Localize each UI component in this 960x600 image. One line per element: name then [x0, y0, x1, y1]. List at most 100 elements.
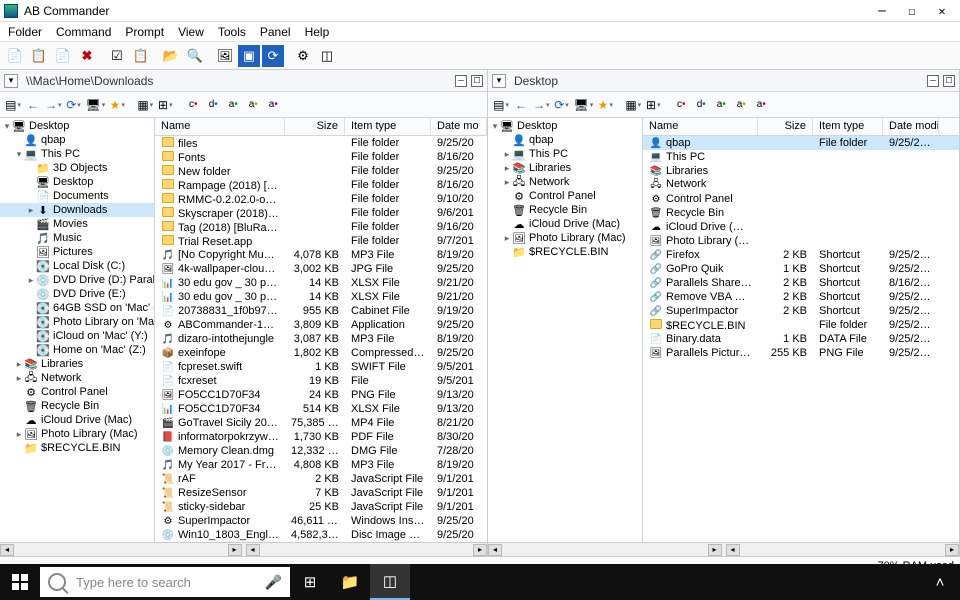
right-sort3-button[interactable]: a• — [712, 95, 730, 115]
abcommander-taskbar-icon[interactable]: ◫ — [370, 564, 410, 600]
list-row[interactable]: Trial Reset.appFile folder9/7/201 — [155, 234, 487, 248]
list-row[interactable]: ⚙ABCommander-18.8-s…3,809 KBApplication9… — [155, 318, 487, 332]
tray-chevron-icon[interactable]: ˄ — [920, 564, 960, 600]
layout-button[interactable]: ◫ — [316, 45, 338, 67]
list-row[interactable]: 📜rAF2 KBJavaScript File9/1/201 — [155, 472, 487, 486]
right-sort1-button[interactable]: c• — [672, 95, 690, 115]
list-row[interactable]: 📜sticky-sidebar25 KBJavaScript File9/1/2… — [155, 500, 487, 514]
list-row[interactable]: 📄20738831_1f0b97950800…955 KBCabinet Fil… — [155, 304, 487, 318]
list-row[interactable]: FontsFile folder8/16/20 — [155, 150, 487, 164]
scroll-right-icon[interactable]: ▸ — [708, 544, 722, 556]
chevron-icon[interactable]: ▾ — [14, 149, 24, 160]
tree-item[interactable]: ☁iCloud Drive (Mac) — [488, 217, 642, 231]
col-size[interactable]: Size — [758, 118, 813, 135]
image-button[interactable]: 🖼 — [214, 45, 236, 67]
tree-item[interactable]: 💿DVD Drive (E:) — [0, 287, 154, 301]
list-row[interactable]: ⚙SuperImpactor46,611 KBWindows Installer… — [155, 514, 487, 528]
tree-item[interactable]: 👤qbap — [0, 133, 154, 147]
close-button[interactable]: ✕ — [936, 5, 948, 17]
chevron-icon[interactable]: ▸ — [14, 359, 24, 370]
chevron-icon[interactable]: ▸ — [502, 233, 512, 244]
list-row[interactable]: 💿Win10_1803_English_x644,582,388 KBDisc … — [155, 528, 487, 542]
menu-view[interactable]: View — [178, 25, 204, 39]
chevron-icon[interactable]: ▸ — [502, 149, 512, 160]
left-menu-button[interactable]: ▤ — [4, 95, 22, 115]
list-row[interactable]: 📕informatorpokrzywdzo…1,730 KBPDF File8/… — [155, 430, 487, 444]
tree-item[interactable]: 🎬Movies — [0, 217, 154, 231]
list-row[interactable]: 📊FO5CC1D70F34514 KBXLSX File9/13/20 — [155, 402, 487, 416]
list-row[interactable]: 📦exeinfope1,802 KBCompressed (zipp…9/25/… — [155, 346, 487, 360]
tree-item[interactable]: 📁$RECYCLE.BIN — [488, 245, 642, 259]
tree-item[interactable]: ▾🖥Desktop — [0, 119, 154, 133]
right-file-list[interactable]: Name Size Item type Date modi 👤qbapFile … — [643, 118, 959, 542]
list-row[interactable]: 🔗Firefox2 KBShortcut9/25/2018 — [643, 248, 959, 262]
tree-item[interactable]: ▸📚Libraries — [0, 357, 154, 371]
tree-item[interactable]: 📁3D Objects — [0, 161, 154, 175]
list-row[interactable]: New folderFile folder9/25/20 — [155, 164, 487, 178]
left-list-header[interactable]: Name Size Item type Date mo — [155, 118, 487, 136]
menu-panel[interactable]: Panel — [260, 25, 291, 39]
list-row[interactable]: $RECYCLE.BINFile folder9/25/2018 — [643, 318, 959, 332]
left-max-icon[interactable]: ☐ — [471, 75, 483, 87]
list-row[interactable]: 🗑Recycle Bin — [643, 206, 959, 220]
chevron-icon[interactable]: ▸ — [502, 163, 512, 174]
list-row[interactable]: 📄fcpreset.swift1 KBSWIFT File9/5/201 — [155, 360, 487, 374]
scroll-right-icon[interactable]: ▸ — [228, 544, 242, 556]
tree-item[interactable]: 👤qbap — [488, 133, 642, 147]
chevron-icon[interactable]: ▸ — [14, 373, 24, 384]
right-sort2-button[interactable]: d• — [692, 95, 710, 115]
right-list-header[interactable]: Name Size Item type Date modi — [643, 118, 959, 136]
open-folder-button[interactable]: 📂 — [160, 45, 182, 67]
start-button[interactable] — [0, 564, 40, 600]
right-view-list-button[interactable]: ▦ — [624, 95, 642, 115]
settings-button[interactable]: ⚙ — [292, 45, 314, 67]
maximize-button[interactable]: ☐ — [906, 5, 918, 17]
tree-item[interactable]: ▾🖥Desktop — [488, 119, 642, 133]
right-refresh-button[interactable]: ⟳ — [553, 95, 571, 115]
new-file-button[interactable]: 📄 — [4, 45, 26, 67]
left-tree[interactable]: ▾🖥Desktop👤qbap▾💻This PC📁3D Objects🖥Deskt… — [0, 118, 155, 542]
left-fav-button[interactable]: ★ — [108, 95, 126, 115]
task-view-button[interactable]: ⊞ — [290, 564, 330, 600]
list-row[interactable]: 💿Memory Clean.dmg12,332 KBDMG File7/28/2… — [155, 444, 487, 458]
list-row[interactable]: ⚙Control Panel — [643, 192, 959, 206]
tree-item[interactable]: 💽iCloud on 'Mac' (Y:) — [0, 329, 154, 343]
right-back-button[interactable]: ← — [512, 95, 530, 115]
right-scrollbar[interactable]: ◂ ▸ ◂ ▸ — [488, 542, 959, 556]
list-row[interactable]: 📄Binary.data1 KBDATA File9/25/2018 — [643, 332, 959, 346]
col-name[interactable]: Name — [643, 118, 758, 135]
tree-item[interactable]: ⚙Control Panel — [0, 385, 154, 399]
left-sort3-button[interactable]: a• — [224, 95, 242, 115]
chevron-icon[interactable]: ▸ — [14, 429, 24, 440]
col-date[interactable]: Date mo — [431, 118, 487, 135]
tree-item[interactable]: ▸🖼Photo Library (Mac) — [0, 427, 154, 441]
delete-button[interactable]: ✖ — [76, 45, 98, 67]
left-path[interactable]: \\Mac\Home\Downloads — [20, 74, 453, 88]
right-sort4-button[interactable]: a• — [732, 95, 750, 115]
scroll-left2-icon[interactable]: ◂ — [726, 544, 740, 556]
taskbar-search[interactable]: Type here to search 🎤 — [40, 567, 290, 597]
chevron-icon[interactable]: ▸ — [502, 177, 512, 188]
left-min-icon[interactable]: ─ — [455, 75, 467, 87]
copy-button[interactable]: 📋 — [28, 45, 50, 67]
list-row[interactable]: 📊30 edu gov _ 30 pr9 Or…14 KBXLSX File9/… — [155, 276, 487, 290]
tree-item[interactable]: 💽Local Disk (C:) — [0, 259, 154, 273]
list-row[interactable]: 🔗SuperImpactor2 KBShortcut9/25/2018 — [643, 304, 959, 318]
col-type[interactable]: Item type — [345, 118, 431, 135]
col-name[interactable]: Name — [155, 118, 285, 135]
scroll-left2-icon[interactable]: ◂ — [246, 544, 260, 556]
chevron-icon[interactable]: ▾ — [2, 121, 12, 132]
col-type[interactable]: Item type — [813, 118, 883, 135]
list-button[interactable]: 📋 — [130, 45, 152, 67]
right-path[interactable]: Desktop — [508, 74, 925, 88]
list-row[interactable]: 🖼Parallels Picture 6255 KBPNG File9/25/2… — [643, 346, 959, 360]
scroll-left-icon[interactable]: ◂ — [0, 544, 14, 556]
chevron-icon[interactable]: ▾ — [490, 121, 500, 132]
microphone-icon[interactable]: 🎤 — [265, 574, 282, 591]
right-forward-button[interactable]: → — [532, 95, 551, 115]
tree-item[interactable]: ▸💿DVD Drive (D:) Parallels Tools — [0, 273, 154, 287]
list-row[interactable]: 🎵My Year 2017 - Frozen …4,808 KBMP3 File… — [155, 458, 487, 472]
list-row[interactable]: 🔗Remove VBA Password2 KBShortcut9/25/201… — [643, 290, 959, 304]
tree-item[interactable]: ▸🖼Photo Library (Mac) — [488, 231, 642, 245]
left-back-button[interactable]: ← — [24, 95, 42, 115]
